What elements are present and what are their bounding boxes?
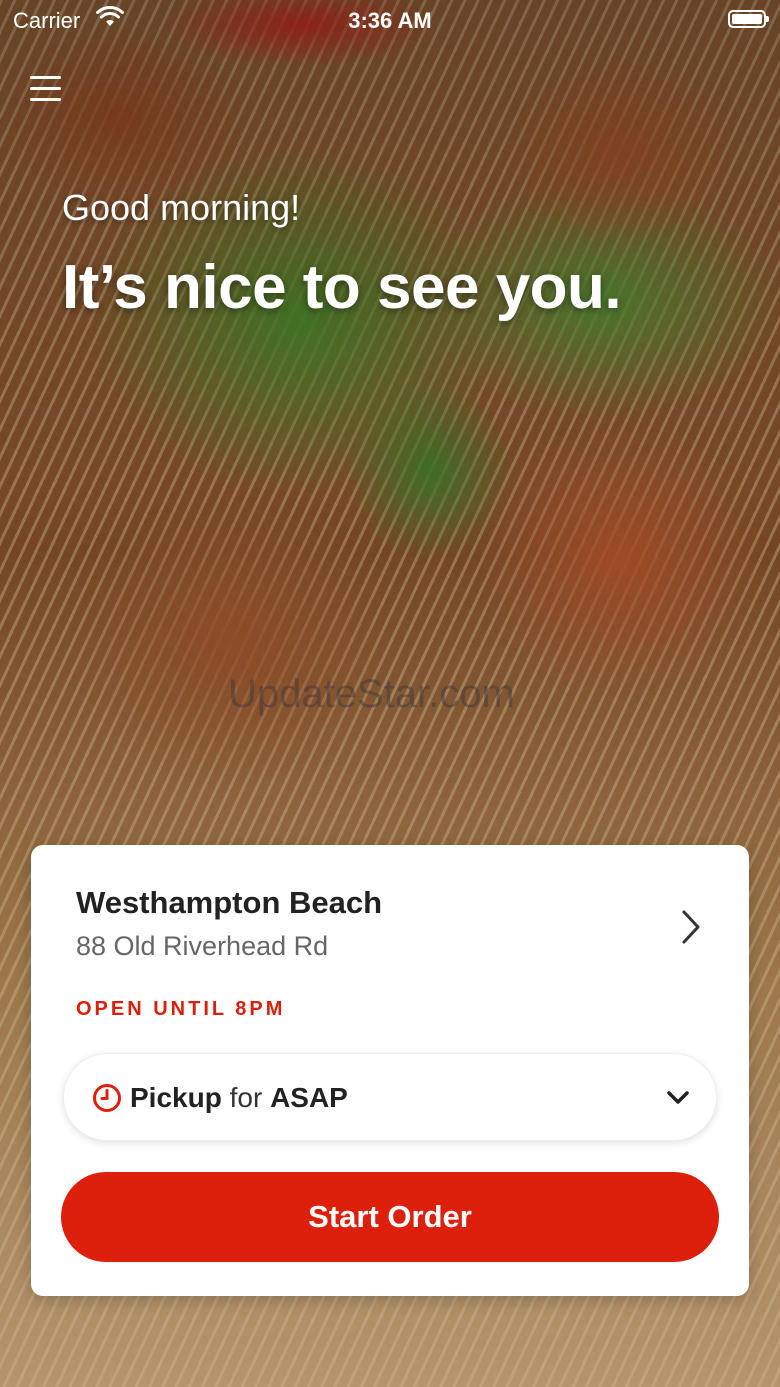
chevron-right-icon[interactable] xyxy=(679,909,703,945)
pickup-summary: Pickup for ASAP xyxy=(130,1082,348,1114)
greeting-text: Good morning! xyxy=(62,187,301,228)
order-connector: for xyxy=(229,1082,263,1113)
start-order-button[interactable]: Start Order xyxy=(61,1172,719,1262)
status-bar: Carrier 3:36 AM xyxy=(0,0,780,40)
battery-icon xyxy=(728,10,769,28)
watermark-text: UpdateStar.com xyxy=(228,672,515,716)
open-status-badge: OPEN UNTIL 8PM xyxy=(76,998,286,1020)
menu-icon[interactable] xyxy=(30,74,62,102)
clock-time: 3:36 AM xyxy=(348,8,432,33)
order-card: Westhampton Beach 88 Old Riverhead Rd OP… xyxy=(31,845,749,1296)
order-mode: Pickup xyxy=(130,1082,222,1113)
clock-icon xyxy=(93,1084,121,1112)
order-time: ASAP xyxy=(270,1082,348,1113)
pickup-time-dropdown[interactable]: Pickup for ASAP xyxy=(63,1053,717,1141)
headline-text: It’s nice to see you. xyxy=(62,253,622,322)
chevron-down-icon xyxy=(667,1091,689,1104)
location-name: Westhampton Beach xyxy=(76,885,383,920)
location-address: 88 Old Riverhead Rd xyxy=(76,931,329,961)
location-selector[interactable]: Westhampton Beach 88 Old Riverhead Rd xyxy=(76,885,636,962)
